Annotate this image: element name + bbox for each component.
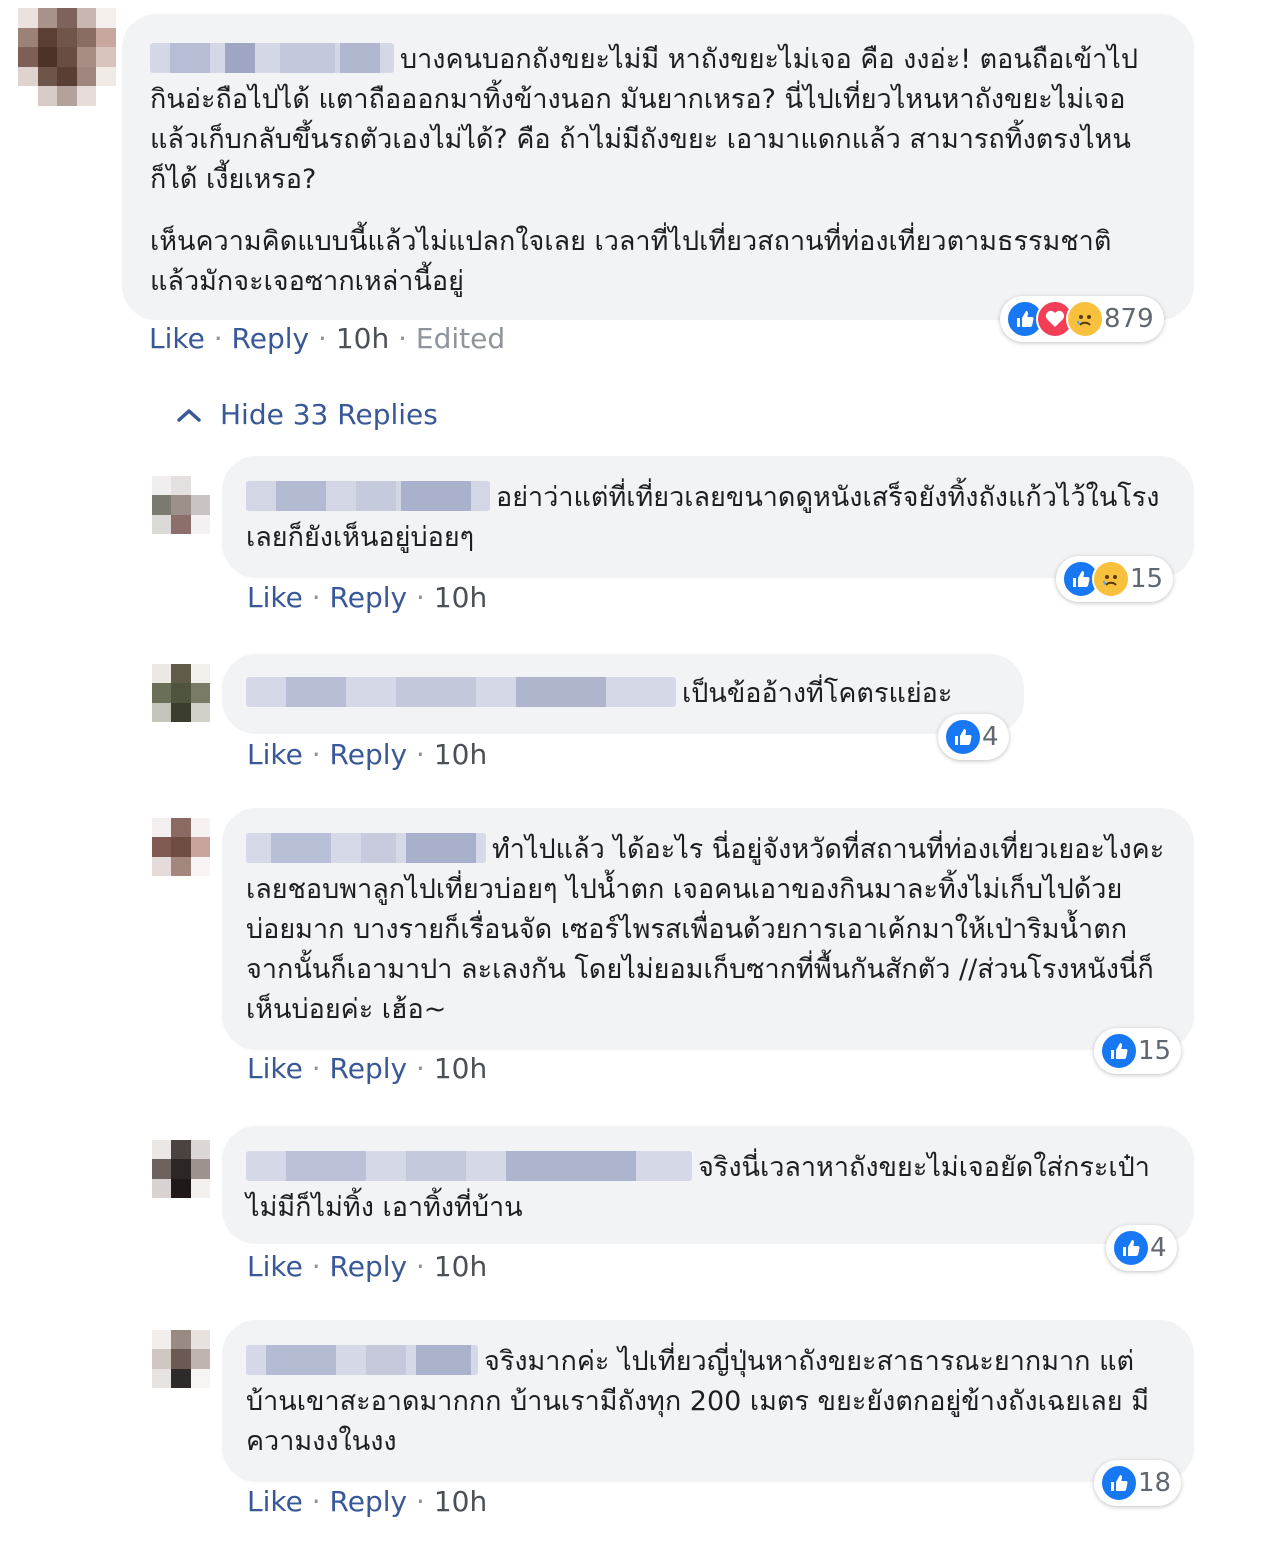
timestamp[interactable]: 10h <box>434 738 487 771</box>
timestamp[interactable]: 10h <box>434 1052 487 1085</box>
edited-label[interactable]: Edited <box>416 322 505 355</box>
blurred-author-name[interactable] <box>246 481 490 511</box>
like-reaction-icon <box>1112 1229 1150 1267</box>
comment-body: เป็นข้ออ้างที่โคตรแย่อะ <box>246 674 1000 714</box>
reply-link[interactable]: Reply <box>330 1485 408 1518</box>
avatar[interactable] <box>18 8 116 106</box>
separator: · <box>318 322 327 355</box>
avatar[interactable] <box>152 818 210 876</box>
like-link[interactable]: Like <box>247 738 303 771</box>
reaction-summary[interactable]: 18 <box>1094 1460 1182 1506</box>
separator: · <box>398 322 407 355</box>
avatar[interactable] <box>152 664 210 722</box>
separator: · <box>416 1485 425 1518</box>
reaction-summary[interactable]: 15 <box>1094 1028 1182 1074</box>
comment-body: บางคนบอกถังขยะไม่มี หาถังขยะไม่เจอ คือ ง… <box>150 40 1164 302</box>
comment-actions: Like · Reply · 10h <box>247 1250 487 1283</box>
comment-bubble: จริงนี่เวลาหาถังขยะไม่เจอยัดใส่กระเป๋าไม… <box>222 1126 1194 1244</box>
reply-link[interactable]: Reply <box>330 1052 408 1085</box>
chevron-up-icon <box>177 408 201 422</box>
hide-replies-toggle[interactable]: Hide 33 Replies <box>176 398 438 431</box>
reaction-summary[interactable]: 15 <box>1056 556 1174 602</box>
timestamp[interactable]: 10h <box>434 1485 487 1518</box>
avatar[interactable] <box>152 1140 210 1198</box>
timestamp[interactable]: 10h <box>434 1250 487 1283</box>
reaction-count: 4 <box>982 722 999 752</box>
like-link[interactable]: Like <box>247 581 303 614</box>
separator: · <box>416 1052 425 1085</box>
comment-bubble: ทำไปแล้ว ได้อะไร นี่อยู่จังหวัดที่สถานที… <box>222 808 1194 1050</box>
reaction-summary[interactable]: 4 <box>1106 1225 1177 1271</box>
hide-replies-label: Hide 33 Replies <box>220 398 438 431</box>
like-reaction-icon <box>1100 1032 1138 1070</box>
comment-body: อย่าว่าแต่ที่เที่ยวเลยขนาดดูหนังเสร็จยัง… <box>246 478 1170 558</box>
like-reaction-icon <box>944 718 982 756</box>
separator: · <box>311 1052 321 1085</box>
comment-actions: Like · Reply · 10h <box>247 581 487 614</box>
like-link[interactable]: Like <box>247 1485 303 1518</box>
blurred-author-name[interactable] <box>150 43 394 73</box>
reaction-count: 879 <box>1104 304 1154 334</box>
separator: · <box>213 322 223 355</box>
reaction-count: 4 <box>1150 1233 1167 1263</box>
separator: · <box>311 581 321 614</box>
comment-bubble: จริงมากค่ะ ไปเที่ยวญี่ปุ่นหาถังขยะสาธารณ… <box>222 1320 1194 1482</box>
like-link[interactable]: Like <box>247 1250 303 1283</box>
reply-link[interactable]: Reply <box>232 322 310 355</box>
comment-body: จริงนี่เวลาหาถังขยะไม่เจอยัดใส่กระเป๋าไม… <box>246 1148 1170 1228</box>
blurred-author-name[interactable] <box>246 677 676 707</box>
separator: · <box>311 738 321 771</box>
reply-link[interactable]: Reply <box>330 738 408 771</box>
comment-bubble: อย่าว่าแต่ที่เที่ยวเลยขนาดดูหนังเสร็จยัง… <box>222 456 1194 578</box>
avatar[interactable] <box>152 1330 210 1388</box>
reaction-count: 15 <box>1130 564 1164 594</box>
separator: · <box>416 1250 425 1283</box>
like-link[interactable]: Like <box>149 322 205 355</box>
separator: · <box>416 581 425 614</box>
comment-bubble: บางคนบอกถังขยะไม่มี หาถังขยะไม่เจอ คือ ง… <box>122 14 1194 320</box>
comment-actions: Like · Reply · 10h <box>247 1485 487 1518</box>
reaction-count: 18 <box>1138 1468 1172 1498</box>
timestamp[interactable]: 10h <box>336 322 389 355</box>
reaction-count: 15 <box>1138 1036 1172 1066</box>
comment-actions: Like · Reply · 10h <box>247 1052 487 1085</box>
sad-reaction-icon <box>1066 300 1104 338</box>
comment-bubble: เป็นข้ออ้างที่โคตรแย่อะ <box>222 654 1024 734</box>
reply-link[interactable]: Reply <box>330 581 408 614</box>
reaction-summary[interactable]: 4 <box>938 714 1009 760</box>
comment-text-paragraph-2: เห็นความคิดแบบนี้แล้วไม่แปลกใจเลย เวลาที… <box>150 226 1112 297</box>
comment-actions: Like · Reply · 10h · Edited <box>149 322 505 355</box>
comment-body: จริงมากค่ะ ไปเที่ยวญี่ปุ่นหาถังขยะสาธารณ… <box>246 1342 1170 1462</box>
like-link[interactable]: Like <box>247 1052 303 1085</box>
separator: · <box>311 1250 321 1283</box>
comment-body: ทำไปแล้ว ได้อะไร นี่อยู่จังหวัดที่สถานที… <box>246 830 1170 1030</box>
comment-actions: Like · Reply · 10h <box>247 738 487 771</box>
sad-reaction-icon <box>1092 560 1130 598</box>
separator: · <box>311 1485 321 1518</box>
timestamp[interactable]: 10h <box>434 581 487 614</box>
like-reaction-icon <box>1100 1464 1138 1502</box>
blurred-author-name[interactable] <box>246 833 486 863</box>
reply-link[interactable]: Reply <box>330 1250 408 1283</box>
comment-text: เป็นข้ออ้างที่โคตรแย่อะ <box>682 678 953 709</box>
blurred-author-name[interactable] <box>246 1151 692 1181</box>
reaction-summary[interactable]: 879 <box>1000 296 1164 342</box>
separator: · <box>416 738 425 771</box>
blurred-author-name[interactable] <box>246 1345 478 1375</box>
avatar[interactable] <box>152 476 210 534</box>
